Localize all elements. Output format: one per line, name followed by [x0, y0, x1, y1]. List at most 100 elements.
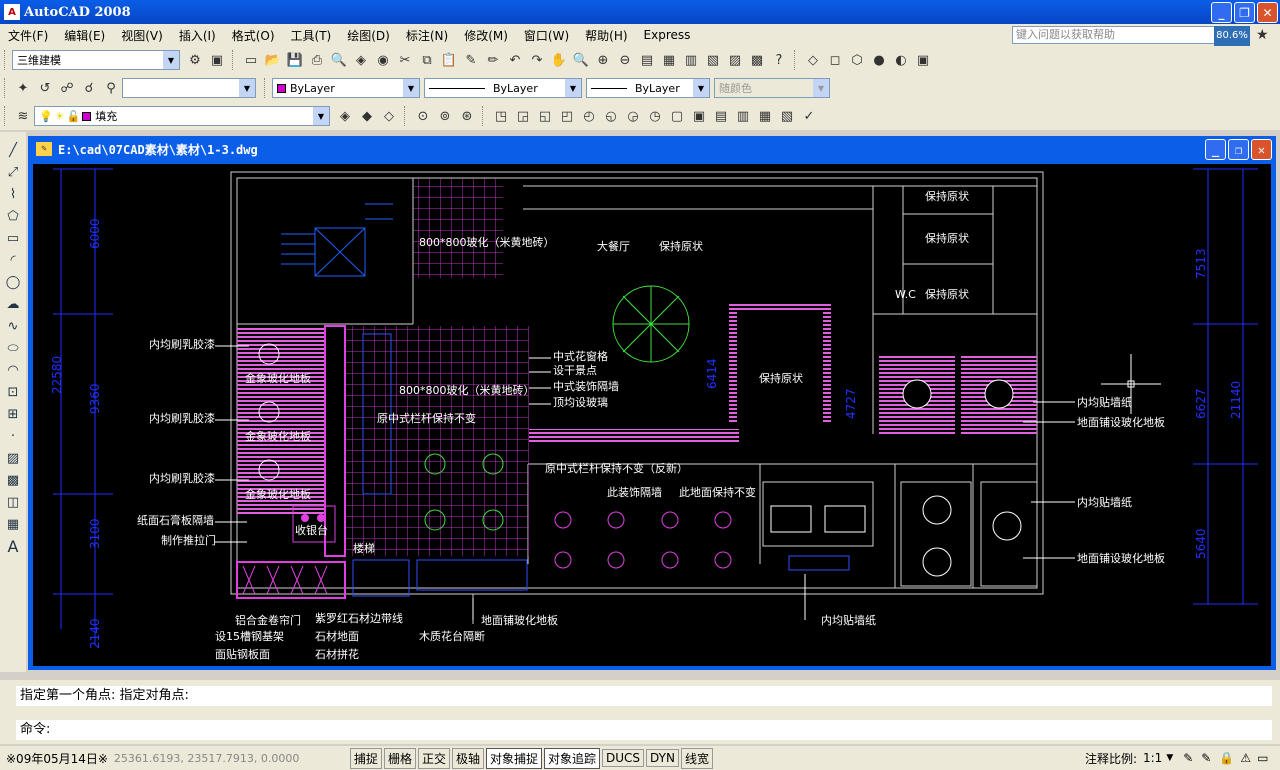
arc-icon[interactable]: ◜ [2, 250, 24, 271]
dyn-toggle[interactable]: DYN [646, 749, 679, 767]
clean-icon[interactable]: ▥ [732, 105, 754, 127]
menu-express[interactable]: Express [636, 28, 699, 42]
gradient-icon[interactable]: ▩ [2, 470, 24, 491]
drawing-restore-button[interactable]: ❐ [1228, 139, 1249, 160]
toolbar-grip[interactable] [794, 50, 798, 70]
copy-edges-icon[interactable]: ▢ [666, 105, 688, 127]
clean-screen-icon[interactable]: ▭ [1257, 751, 1268, 765]
workspace-settings-icon[interactable]: ⚙ [184, 49, 206, 71]
toolbar-grip[interactable] [264, 78, 268, 98]
rectangle-icon[interactable]: ▭ [2, 228, 24, 249]
save-icon[interactable]: 💾 [284, 49, 306, 71]
layer-unisolate-icon[interactable]: ☌ [78, 77, 100, 99]
tray-settings-icon[interactable]: ⚠ [1240, 751, 1251, 765]
toolbar-grip[interactable] [232, 50, 236, 70]
rotate-faces-icon[interactable]: ◴ [578, 105, 600, 127]
menu-dimension[interactable]: 标注(N) [398, 27, 456, 44]
move-faces-icon[interactable]: ◲ [512, 105, 534, 127]
revision-cloud-icon[interactable]: ☁ [2, 294, 24, 315]
insert-block-icon[interactable]: ⊡ [2, 382, 24, 403]
zoom-window-icon[interactable]: ⊕ [592, 49, 614, 71]
undo-icon[interactable]: ↶ [504, 49, 526, 71]
hatch-icon[interactable]: ▨ [2, 448, 24, 469]
menu-view[interactable]: 视图(V) [113, 27, 171, 44]
lineweight-toggle[interactable]: 线宽 [680, 747, 713, 769]
command-input[interactable]: 命令: [16, 720, 1272, 740]
toolbar-grip[interactable] [4, 78, 8, 98]
3d-wireframe-icon[interactable]: ⬡ [846, 49, 868, 71]
ducs-toggle[interactable]: DUCS [602, 749, 645, 767]
cut-icon[interactable]: ✂ [394, 49, 416, 71]
polygon-icon[interactable]: ⬠ [2, 206, 24, 227]
autocad-app-icon[interactable]: A [4, 4, 20, 20]
menu-edit[interactable]: 编辑(E) [56, 27, 113, 44]
toolbar-lock-icon[interactable]: 🔒 [1219, 751, 1234, 765]
zoom-previous-icon[interactable]: ⊖ [614, 49, 636, 71]
publish-icon[interactable]: ◈ [350, 49, 372, 71]
open-file-icon[interactable]: 📂 [262, 49, 284, 71]
zoom-realtime-icon[interactable]: 🔍 [570, 49, 592, 71]
copy-icon[interactable]: ⧉ [416, 49, 438, 71]
workspace-save-icon[interactable]: ▣ [206, 49, 228, 71]
menu-format[interactable]: 格式(O) [224, 27, 283, 44]
offset-faces-icon[interactable]: ◱ [534, 105, 556, 127]
copy-faces-icon[interactable]: ◶ [622, 105, 644, 127]
grid-toggle[interactable]: 栅格 [383, 747, 416, 769]
layer-states-icon[interactable]: ◈ [334, 105, 356, 127]
3d-hidden-icon[interactable]: ◻ [824, 49, 846, 71]
sheet-set-icon[interactable]: ▧ [702, 49, 724, 71]
taper-faces-icon[interactable]: ◵ [600, 105, 622, 127]
menu-modify[interactable]: 修改(M) [456, 27, 516, 44]
menu-insert[interactable]: 插入(I) [171, 27, 224, 44]
layer-isolate-icon[interactable]: ☍ [56, 77, 78, 99]
annotation-scale-value[interactable]: 1:1 [1143, 751, 1162, 765]
construction-line-icon[interactable]: ⤢ [2, 162, 24, 183]
3d-dwf-icon[interactable]: ◉ [372, 49, 394, 71]
layer-select[interactable]: 💡 ☀ 🔓 填充 ▼ [34, 106, 330, 126]
color-select[interactable]: ByLayer ▼ [272, 78, 420, 98]
shell-icon[interactable]: ▧ [776, 105, 798, 127]
color-edges-icon[interactable]: ▣ [688, 105, 710, 127]
layer-walk-icon[interactable]: ⚲ [100, 77, 122, 99]
union-icon[interactable]: ⊙ [412, 105, 434, 127]
block-editor-icon[interactable]: ✏ [482, 49, 504, 71]
line-icon[interactable]: ╱ [2, 140, 24, 161]
properties-icon[interactable]: ▤ [636, 49, 658, 71]
layer-previous-icon[interactable]: ↺ [34, 77, 56, 99]
menu-file[interactable]: 文件(F) [0, 27, 56, 44]
menu-help[interactable]: 帮助(H) [577, 27, 635, 44]
tool-palettes-icon[interactable]: ▥ [680, 49, 702, 71]
paste-icon[interactable]: 📋 [438, 49, 460, 71]
realistic-icon[interactable]: ● [868, 49, 890, 71]
layer-filter-select[interactable]: ▼ [122, 78, 256, 98]
pan-icon[interactable]: ✋ [548, 49, 570, 71]
conceptual-icon[interactable]: ◐ [890, 49, 912, 71]
otrack-toggle[interactable]: 对象追踪 [544, 747, 601, 769]
linetype-select[interactable]: ByLayer ▼ [424, 78, 582, 98]
snap-toggle[interactable]: 捕捉 [349, 747, 382, 769]
design-center-icon[interactable]: ▦ [658, 49, 680, 71]
maximize-button[interactable]: ❐ [1234, 2, 1255, 23]
drawing-file-icon[interactable]: ✎ [36, 142, 52, 156]
lineweight-select[interactable]: ByLayer ▼ [586, 78, 710, 98]
color-faces-icon[interactable]: ◷ [644, 105, 666, 127]
star-icon[interactable]: ★ [1256, 27, 1274, 45]
imprint-icon[interactable]: ▤ [710, 105, 732, 127]
auto-scale-icon[interactable]: ✎ [1201, 751, 1211, 765]
markup-icon[interactable]: ▨ [724, 49, 746, 71]
ortho-toggle[interactable]: 正交 [417, 747, 450, 769]
delete-faces-icon[interactable]: ◰ [556, 105, 578, 127]
help-icon[interactable]: ? [768, 49, 790, 71]
match-properties-icon[interactable]: ✎ [460, 49, 482, 71]
redo-icon[interactable]: ↷ [526, 49, 548, 71]
visual-styles-manager-icon[interactable]: ▣ [912, 49, 934, 71]
minimize-button[interactable]: _ [1211, 2, 1232, 23]
make-block-icon[interactable]: ⊞ [2, 404, 24, 425]
new-file-icon[interactable]: ▭ [240, 49, 262, 71]
circle-icon[interactable]: ◯ [2, 272, 24, 293]
toolbar-grip[interactable] [404, 106, 408, 126]
point-icon[interactable]: · [2, 426, 24, 447]
spline-icon[interactable]: ∿ [2, 316, 24, 337]
menu-window[interactable]: 窗口(W) [516, 27, 577, 44]
extrude-faces-icon[interactable]: ◳ [490, 105, 512, 127]
